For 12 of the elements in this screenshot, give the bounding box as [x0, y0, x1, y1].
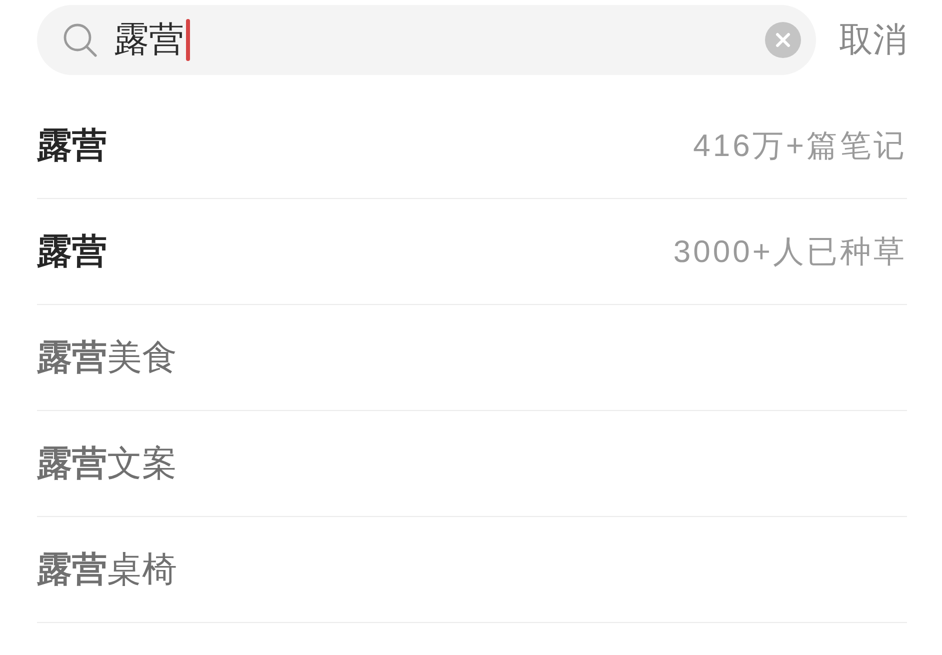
clear-button[interactable] [765, 22, 801, 58]
search-input[interactable]: 露营 [114, 19, 186, 61]
search-icon [63, 23, 97, 57]
suggestion-stat: 3000+人已种草 [673, 232, 907, 270]
suggestion-text[interactable]: 露营美食 [37, 336, 177, 378]
suggestion-stat: 416万+篇笔记 [693, 126, 907, 164]
suggestion-text[interactable]: 露营文案 [37, 442, 177, 484]
suggestion-text[interactable]: 露营桌椅 [37, 548, 177, 590]
suggestion-text[interactable]: 露营 [37, 230, 107, 272]
search-bar[interactable]: 露营 [37, 5, 816, 75]
clear-icon [765, 22, 801, 58]
suggestion-text[interactable]: 露营 [37, 124, 107, 166]
